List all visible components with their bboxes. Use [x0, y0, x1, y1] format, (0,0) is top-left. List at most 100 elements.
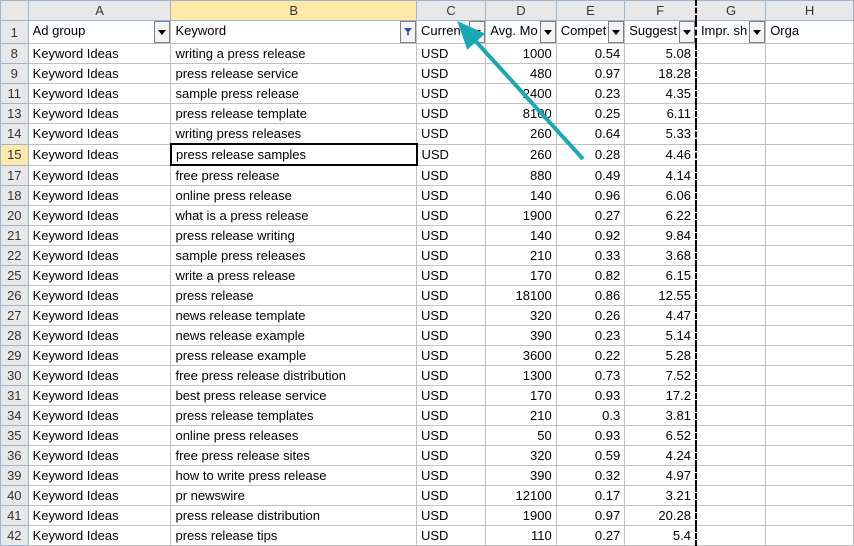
cell-avgmo[interactable]: 210: [486, 406, 556, 426]
cell-currency[interactable]: USD: [417, 506, 486, 526]
cell-avgmo[interactable]: 260: [486, 124, 556, 145]
cell-compet[interactable]: 0.86: [556, 286, 625, 306]
filter-dropdown-icon[interactable]: [679, 21, 695, 43]
cell-imprsh[interactable]: [696, 124, 766, 145]
cell-avgmo[interactable]: 880: [486, 165, 556, 186]
cell-imprsh[interactable]: [696, 486, 766, 506]
cell-compet[interactable]: 0.22: [556, 346, 625, 366]
cell-imprsh[interactable]: [696, 326, 766, 346]
cell-compet[interactable]: 0.64: [556, 124, 625, 145]
cell-keyword[interactable]: press release templates: [171, 406, 417, 426]
cell-avgmo[interactable]: 1300: [486, 366, 556, 386]
cell-currency[interactable]: USD: [417, 246, 486, 266]
filter-cell-imprsh[interactable]: Impr. sh: [696, 21, 766, 44]
col-header-c[interactable]: C: [417, 1, 486, 21]
cell-avgmo[interactable]: 18100: [486, 286, 556, 306]
row-header[interactable]: 40: [1, 486, 29, 506]
cell-currency[interactable]: USD: [417, 286, 486, 306]
cell-imprsh[interactable]: [696, 466, 766, 486]
cell-currency[interactable]: USD: [417, 124, 486, 145]
cell-suggest[interactable]: 5.33: [625, 124, 696, 145]
cell-avgmo[interactable]: 3600: [486, 346, 556, 366]
cell-adgroup[interactable]: Keyword Ideas: [28, 526, 171, 546]
cell-orga[interactable]: [766, 44, 854, 64]
cell-keyword[interactable]: writing press releases: [171, 124, 417, 145]
cell-imprsh[interactable]: [696, 526, 766, 546]
cell-adgroup[interactable]: Keyword Ideas: [28, 386, 171, 406]
cell-orga[interactable]: [766, 64, 854, 84]
cell-suggest[interactable]: 3.68: [625, 246, 696, 266]
cell-imprsh[interactable]: [696, 266, 766, 286]
cell-compet[interactable]: 0.93: [556, 386, 625, 406]
cell-imprsh[interactable]: [696, 506, 766, 526]
cell-orga[interactable]: [766, 206, 854, 226]
cell-suggest[interactable]: 5.4: [625, 526, 696, 546]
cell-currency[interactable]: USD: [417, 406, 486, 426]
cell-imprsh[interactable]: [696, 286, 766, 306]
cell-currency[interactable]: USD: [417, 486, 486, 506]
cell-compet[interactable]: 0.97: [556, 506, 625, 526]
cell-adgroup[interactable]: Keyword Ideas: [28, 246, 171, 266]
cell-keyword[interactable]: press release example: [171, 346, 417, 366]
cell-compet[interactable]: 0.27: [556, 526, 625, 546]
cell-imprsh[interactable]: [696, 226, 766, 246]
cell-imprsh[interactable]: [696, 44, 766, 64]
cell-orga[interactable]: [766, 186, 854, 206]
cell-orga[interactable]: [766, 486, 854, 506]
cell-adgroup[interactable]: Keyword Ideas: [28, 84, 171, 104]
cell-orga[interactable]: [766, 526, 854, 546]
cell-imprsh[interactable]: [696, 186, 766, 206]
cell-suggest[interactable]: 5.14: [625, 326, 696, 346]
cell-avgmo[interactable]: 390: [486, 326, 556, 346]
cell-compet[interactable]: 0.3: [556, 406, 625, 426]
cell-avgmo[interactable]: 2400: [486, 84, 556, 104]
cell-avgmo[interactable]: 390: [486, 466, 556, 486]
filter-cell-avgmo[interactable]: Avg. Mo: [486, 21, 556, 44]
cell-orga[interactable]: [766, 506, 854, 526]
cell-adgroup[interactable]: Keyword Ideas: [28, 306, 171, 326]
cell-suggest[interactable]: 4.24: [625, 446, 696, 466]
cell-adgroup[interactable]: Keyword Ideas: [28, 286, 171, 306]
filter-cell-currency[interactable]: Currenc: [417, 21, 486, 44]
cell-avgmo[interactable]: 170: [486, 386, 556, 406]
cell-suggest[interactable]: 6.15: [625, 266, 696, 286]
col-header-h[interactable]: H: [766, 1, 854, 21]
cell-imprsh[interactable]: [696, 386, 766, 406]
cell-suggest[interactable]: 3.81: [625, 406, 696, 426]
cell-keyword[interactable]: what is a press release: [171, 206, 417, 226]
cell-compet[interactable]: 0.33: [556, 246, 625, 266]
cell-orga[interactable]: [766, 144, 854, 165]
filter-dropdown-icon[interactable]: [469, 21, 485, 43]
row-header[interactable]: 41: [1, 506, 29, 526]
row-header[interactable]: 30: [1, 366, 29, 386]
cell-currency[interactable]: USD: [417, 186, 486, 206]
row-header[interactable]: 20: [1, 206, 29, 226]
cell-orga[interactable]: [766, 346, 854, 366]
cell-orga[interactable]: [766, 104, 854, 124]
cell-keyword[interactable]: write a press release: [171, 266, 417, 286]
cell-compet[interactable]: 0.17: [556, 486, 625, 506]
cell-adgroup[interactable]: Keyword Ideas: [28, 266, 171, 286]
cell-adgroup[interactable]: Keyword Ideas: [28, 406, 171, 426]
cell-adgroup[interactable]: Keyword Ideas: [28, 64, 171, 84]
cell-keyword[interactable]: how to write press release: [171, 466, 417, 486]
cell-adgroup[interactable]: Keyword Ideas: [28, 165, 171, 186]
col-header-d[interactable]: D: [486, 1, 556, 21]
cell-imprsh[interactable]: [696, 64, 766, 84]
cell-adgroup[interactable]: Keyword Ideas: [28, 426, 171, 446]
row-header[interactable]: 8: [1, 44, 29, 64]
cell-suggest[interactable]: 3.21: [625, 486, 696, 506]
cell-imprsh[interactable]: [696, 206, 766, 226]
cell-keyword[interactable]: press release template: [171, 104, 417, 124]
row-header[interactable]: 9: [1, 64, 29, 84]
filter-dropdown-icon[interactable]: [749, 21, 765, 43]
cell-keyword[interactable]: free press release distribution: [171, 366, 417, 386]
cell-orga[interactable]: [766, 124, 854, 145]
cell-keyword[interactable]: free press release: [171, 165, 417, 186]
row-header[interactable]: 22: [1, 246, 29, 266]
cell-orga[interactable]: [766, 226, 854, 246]
cell-keyword[interactable]: press release service: [171, 64, 417, 84]
cell-compet[interactable]: 0.93: [556, 426, 625, 446]
cell-keyword[interactable]: news release example: [171, 326, 417, 346]
cell-suggest[interactable]: 4.14: [625, 165, 696, 186]
